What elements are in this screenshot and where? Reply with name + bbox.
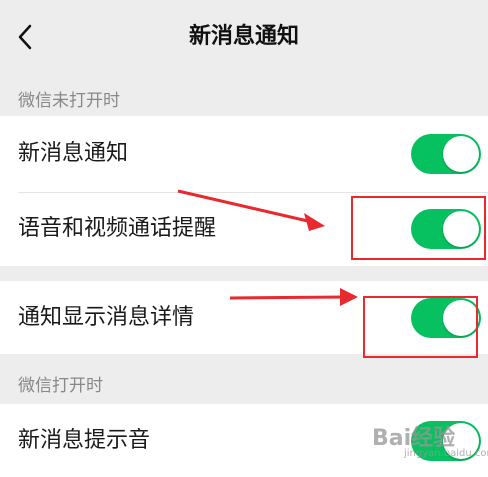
- watermark-url: jingyan.baidu.com: [404, 448, 488, 459]
- page-title: 新消息通知: [188, 24, 299, 49]
- screen: 新消息通知 微信未打开时 新消息通知 语音和视频通话提醒 通知显示消息详情 微信…: [0, 0, 488, 477]
- toggle-knob: [443, 136, 479, 172]
- highlight-box-show-details: [363, 296, 478, 358]
- setting-row-new-message[interactable]: 新消息通知: [0, 116, 488, 192]
- watermark: Bai经验 jingyan.baidu.com: [352, 418, 488, 470]
- setting-label: 语音和视频通话提醒: [18, 216, 217, 241]
- setting-label: 新消息通知: [18, 141, 129, 166]
- highlight-box-call-reminder: [351, 196, 486, 260]
- section-header-open: 微信打开时: [18, 376, 103, 396]
- navigation-bar: 新消息通知: [0, 0, 488, 74]
- setting-label: 通知显示消息详情: [18, 305, 195, 330]
- setting-label: 新消息提示音: [18, 428, 151, 453]
- new-message-toggle[interactable]: [411, 134, 481, 174]
- section-header-closed: 微信未打开时: [18, 91, 120, 111]
